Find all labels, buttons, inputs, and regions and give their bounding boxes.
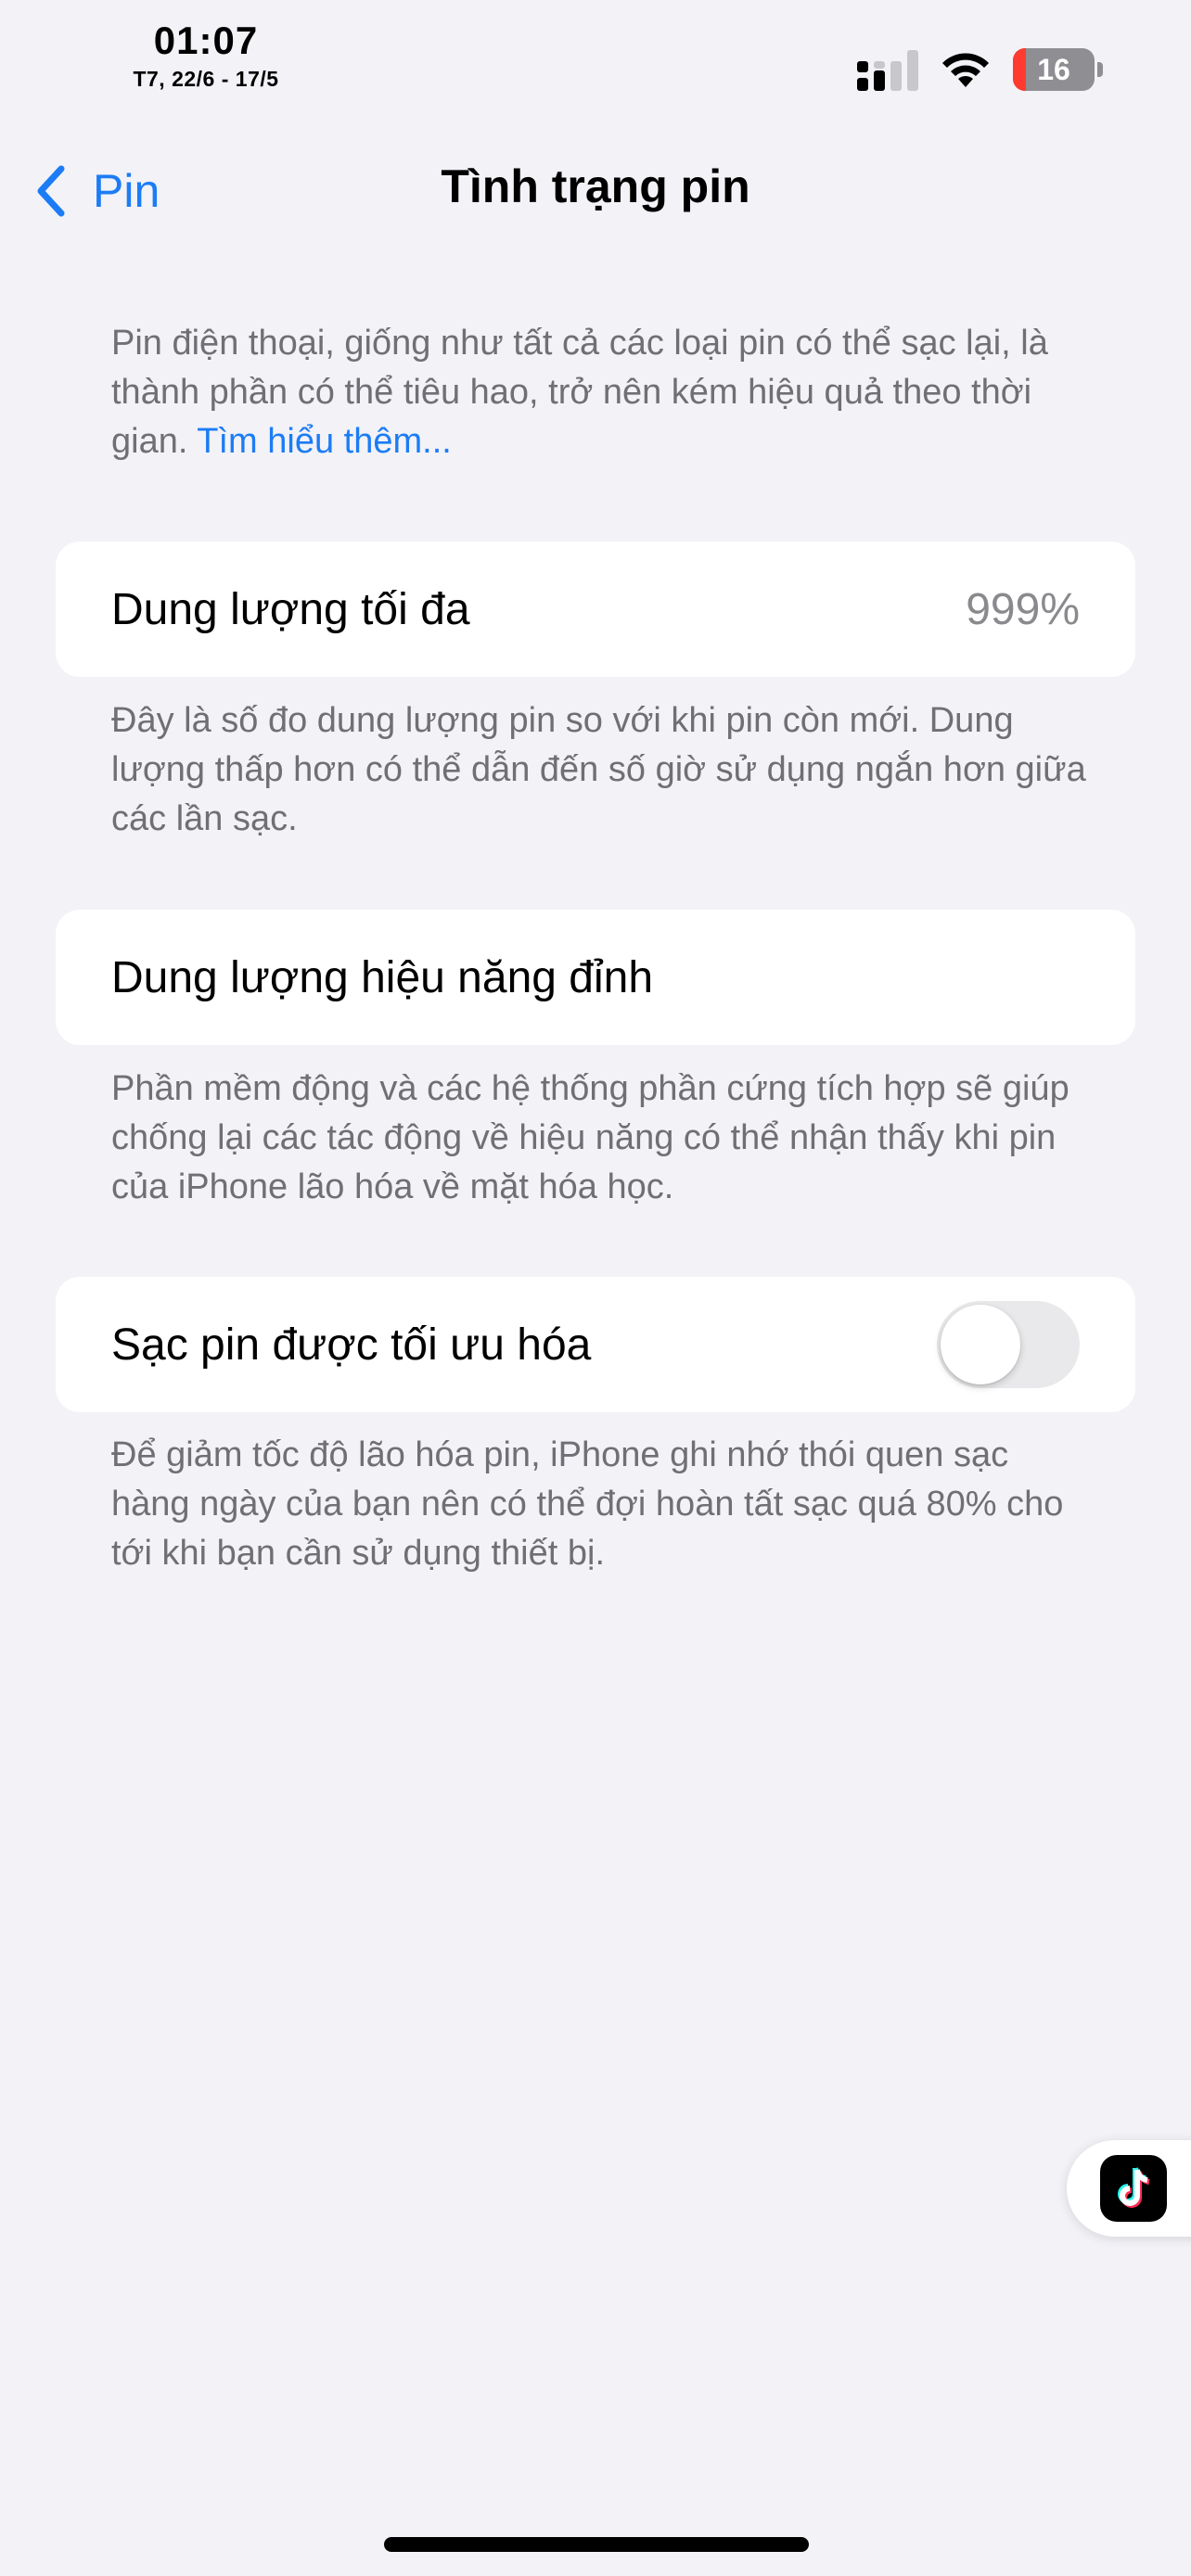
max-capacity-description: Đây là số đo dung lượng pin so với khi p… xyxy=(111,701,1086,838)
battery-health-screen: 01:07 T7, 22/6 - 17/5 16 Pin Tình trạng … xyxy=(0,0,1191,2576)
max-capacity-value: 999% xyxy=(966,584,1080,634)
optimized-charging-row: Sạc pin được tối ưu hóa xyxy=(56,1277,1135,1412)
home-indicator[interactable] xyxy=(384,2537,809,2552)
tiktok-floating-button[interactable] xyxy=(1067,2140,1191,2237)
peak-performance-description: Phần mềm động và các hệ thống phần cứng … xyxy=(111,1069,1069,1206)
tiktok-icon xyxy=(1100,2155,1167,2222)
intro-description: Pin điện thoại, giống như tất cả các loạ… xyxy=(111,319,1095,466)
battery-icon: 16 xyxy=(1013,48,1104,91)
peak-performance-label: Dung lượng hiệu năng đỉnh xyxy=(111,952,654,1002)
status-date: T7, 22/6 - 17/5 xyxy=(133,67,279,91)
status-time: 01:07 xyxy=(153,19,259,62)
max-capacity-label: Dung lượng tối đa xyxy=(111,584,470,634)
battery-level-text: 16 xyxy=(1037,53,1070,86)
max-capacity-row: Dung lượng tối đa 999% xyxy=(56,542,1135,677)
learn-more-link[interactable]: Tìm hiểu thêm... xyxy=(197,422,452,461)
cellular-signal-icon xyxy=(857,50,918,91)
optimized-charging-label: Sạc pin được tối ưu hóa xyxy=(111,1320,592,1370)
page-title: Tình trạng pin xyxy=(441,160,750,212)
wifi-icon xyxy=(942,53,989,87)
toggle-knob xyxy=(941,1305,1020,1384)
optimized-charging-toggle[interactable] xyxy=(937,1301,1080,1388)
optimized-charging-description: Để giảm tốc độ lão hóa pin, iPhone ghi n… xyxy=(111,1435,1064,1573)
peak-performance-row: Dung lượng hiệu năng đỉnh xyxy=(56,910,1135,1045)
